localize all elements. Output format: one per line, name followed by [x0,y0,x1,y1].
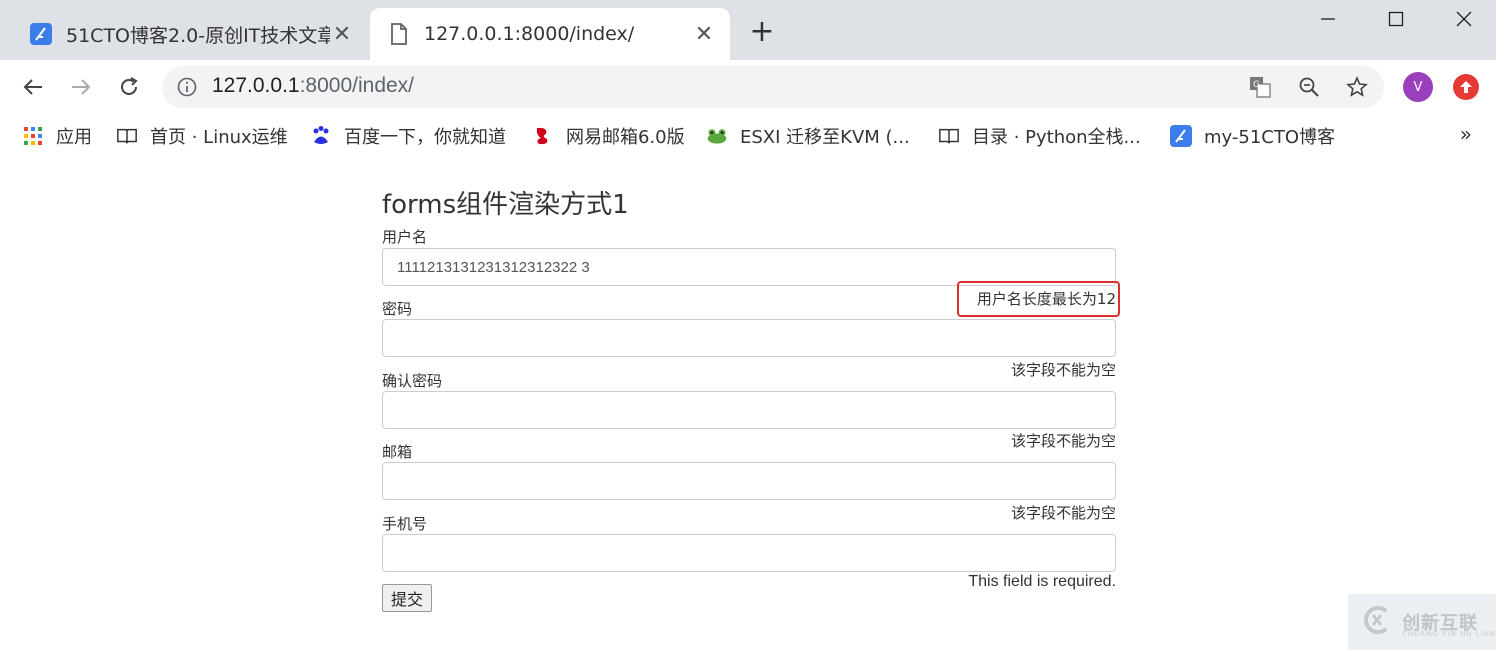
new-tab-button[interactable]: + [748,17,776,47]
info-icon[interactable] [176,76,198,98]
email-input[interactable] [382,462,1116,500]
watermark-c-icon [1360,603,1394,641]
username-value: 1111213131231312312322 3 [397,258,590,276]
zoom-out-icon[interactable] [1297,75,1321,99]
feather-icon [30,23,52,45]
watermark-subtext: CHUANG XIN HU LIAN [1402,630,1496,638]
apps-grid-icon [22,125,44,147]
submit-button[interactable]: 提交 [382,584,432,612]
bookmarks-overflow-button[interactable]: » [1460,122,1472,146]
bookmarks-bar: 应用 首页 · Linux运维 百度一下，你就知道 网易邮箱6.0版 ESXI … [0,114,1496,158]
phone-input[interactable] [382,534,1116,572]
confirm-password-label: 确认密码 [382,372,443,390]
bookmark-netease-mail[interactable]: 网易邮箱6.0版 [532,122,685,150]
bookmark-label: 首页 · Linux运维 [150,127,288,148]
url-text: 127.0.0.1:8000/index/ [212,74,414,98]
browser-tab-strip: 51CTO博客2.0-原创IT技术文章分 ✕ 127.0.0.1:8000/in… [0,0,1496,60]
baidu-paw-icon [310,125,332,147]
translate-icon[interactable]: G [1248,75,1272,99]
bookmark-baidu[interactable]: 百度一下，你就知道 [310,122,506,150]
error-highlight-box [957,281,1120,317]
feather-icon [1170,125,1192,147]
svg-text:G: G [1253,80,1260,90]
tab-51cto[interactable]: 51CTO博客2.0-原创IT技术文章分 ✕ [12,8,368,60]
close-window-icon[interactable] [1444,4,1484,34]
address-bar[interactable]: 127.0.0.1:8000/index/ G [162,66,1384,108]
bookmark-label: 百度一下，你就知道 [344,127,506,148]
book-icon [116,125,138,147]
url-path: :8000/index/ [299,74,415,97]
url-host: 127.0.0.1 [212,74,300,97]
tab-title: 51CTO博客2.0-原创IT技术文章分 [66,24,330,47]
confirm-password-error: 该字段不能为空 [1010,432,1116,450]
bookmark-label: 网易邮箱6.0版 [566,127,685,148]
phone-error: This field is required. [968,573,1116,590]
close-icon[interactable]: ✕ [692,22,716,47]
extension-upload-icon[interactable] [1453,74,1479,100]
email-label: 邮箱 [382,443,413,461]
bookmark-label: 目录 · Python全栈... [972,127,1141,148]
bookmark-label: ESXI 迁移至KVM (... [740,127,910,148]
tab-title: 127.0.0.1:8000/index/ [424,23,635,45]
email-error: 该字段不能为空 [1010,504,1116,522]
maximize-icon[interactable] [1376,4,1416,34]
minimize-icon[interactable] [1308,4,1348,34]
reload-icon[interactable] [114,72,144,102]
bookmark-my-51cto[interactable]: my-51CTO博客 [1170,122,1335,150]
tab-index[interactable]: 127.0.0.1:8000/index/ ✕ [370,8,730,60]
password-label: 密码 [382,300,413,318]
bookmark-linux[interactable]: 首页 · Linux运维 [116,122,288,150]
profile-avatar[interactable]: V [1403,72,1433,102]
password-input[interactable] [382,319,1116,357]
username-label: 用户名 [382,228,428,246]
password-error: 该字段不能为空 [1010,361,1116,379]
back-arrow-icon[interactable] [18,72,48,102]
page-title: forms组件渲染方式1 [382,190,629,220]
phone-label: 手机号 [382,515,428,533]
watermark-logo: 创新互联 CHUANG XIN HU LIAN [1348,594,1496,650]
browser-toolbar: 127.0.0.1:8000/index/ G [0,60,1496,114]
forward-arrow-icon[interactable] [66,72,96,102]
confirm-password-input[interactable] [382,391,1116,429]
bookmark-label: 应用 [56,127,92,148]
netease-mail-icon [532,125,554,147]
close-icon[interactable]: ✕ [330,22,354,47]
star-icon[interactable] [1345,75,1369,99]
page-icon [388,23,410,45]
bookmark-label: my-51CTO博客 [1204,127,1336,148]
book-icon [938,125,960,147]
bookmark-esxi[interactable]: ESXI 迁移至KVM (... [706,122,910,150]
bookmark-python[interactable]: 目录 · Python全栈... [938,122,1141,150]
frog-icon [706,125,728,147]
bookmark-apps[interactable]: 应用 [22,122,92,150]
